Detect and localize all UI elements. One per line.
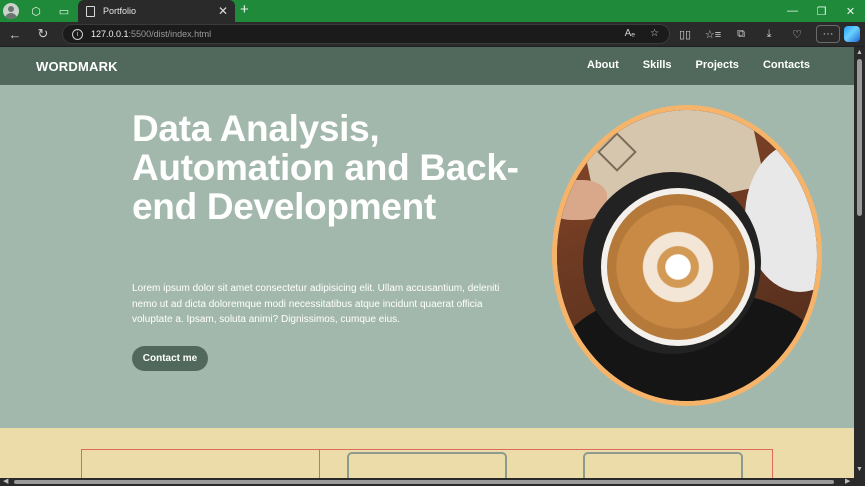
site-navbar: WORDMARK About Skills Projects Contacts (0, 47, 854, 85)
hero-paragraph: Lorem ipsum dolor sit amet consectetur a… (132, 283, 500, 325)
profile-avatar-icon[interactable] (3, 3, 19, 19)
hero-coffee-photo (552, 105, 822, 406)
close-window-icon[interactable]: ✕ (836, 0, 865, 22)
toolbar-icons: ▯▯ ☆≡ ⧉ ⤓ ♡ ··· (676, 25, 840, 43)
page-icon (86, 5, 95, 17)
window-controls: — ❐ ✕ (778, 0, 865, 22)
tab-actions-icon[interactable]: ▭ (56, 3, 72, 19)
tab-portfolio[interactable]: Portfolio ✕ (78, 0, 235, 22)
scroll-down-icon[interactable]: ▼ (856, 466, 863, 473)
nav-link-contacts[interactable]: Contacts (763, 59, 810, 71)
vertical-scroll-thumb[interactable] (857, 59, 862, 216)
nav-link-about[interactable]: About (587, 59, 619, 71)
scroll-up-icon[interactable]: ▲ (856, 49, 863, 56)
collections-icon[interactable]: ⧉ (732, 25, 750, 43)
scroll-right-icon[interactable]: ▶ (845, 477, 850, 485)
minimize-icon[interactable]: — (778, 0, 807, 22)
browser-tab-strip: ⬡ ▭ Portfolio ✕ + — ❐ ✕ (0, 0, 865, 22)
nav-link-skills[interactable]: Skills (643, 59, 672, 71)
address-host: 127.0.0.1 (91, 29, 129, 39)
address-bar[interactable]: i 127.0.0.1:5500/dist/index.html Aₑ ☆ (62, 24, 670, 44)
scroll-left-icon[interactable]: ◀ (3, 477, 8, 485)
close-tab-icon[interactable]: ✕ (218, 4, 228, 18)
site-menu: About Skills Projects Contacts (587, 59, 810, 71)
site-info-icon[interactable]: i (72, 29, 83, 40)
horizontal-scroll-thumb[interactable] (14, 480, 834, 484)
section-left-column (81, 449, 320, 478)
favorites-icon[interactable]: ☆≡ (704, 25, 722, 43)
page-viewport: WORDMARK About Skills Projects Contacts … (0, 47, 854, 478)
site-wordmark[interactable]: WORDMARK (36, 59, 118, 74)
back-icon[interactable]: ← (6, 25, 24, 43)
contact-me-button[interactable]: Contact me (132, 346, 208, 371)
workspaces-icon[interactable]: ⬡ (28, 3, 44, 19)
copilot-icon[interactable] (844, 26, 860, 42)
new-tab-icon[interactable]: + (240, 1, 249, 18)
next-section (0, 428, 854, 478)
tab-title: Portfolio (103, 6, 137, 16)
hero-section: Data Analysis, Automation and Back-end D… (0, 85, 854, 428)
maximize-icon[interactable]: ❐ (807, 0, 836, 22)
browser-toolbar: ← ↻ i 127.0.0.1:5500/dist/index.html Aₑ … (0, 22, 865, 46)
skill-card (347, 452, 507, 478)
hero-title: Data Analysis, Automation and Back-end D… (132, 108, 519, 227)
horizontal-scrollbar[interactable]: ◀ ▶ (0, 478, 865, 486)
reload-icon[interactable]: ↻ (34, 25, 52, 43)
vertical-scrollbar[interactable]: ▲ ▼ (854, 47, 865, 478)
browser-essentials-icon[interactable]: ♡ (788, 25, 806, 43)
favorite-star-icon[interactable]: ☆ (650, 28, 659, 39)
address-path: :5500/dist/index.html (128, 29, 212, 39)
skill-card (583, 452, 743, 478)
downloads-icon[interactable]: ⤓ (760, 25, 778, 43)
read-aloud-icon[interactable]: Aₑ (625, 28, 635, 39)
more-menu-icon[interactable]: ··· (816, 25, 840, 43)
nav-link-projects[interactable]: Projects (696, 59, 739, 71)
split-screen-icon[interactable]: ▯▯ (676, 25, 694, 43)
